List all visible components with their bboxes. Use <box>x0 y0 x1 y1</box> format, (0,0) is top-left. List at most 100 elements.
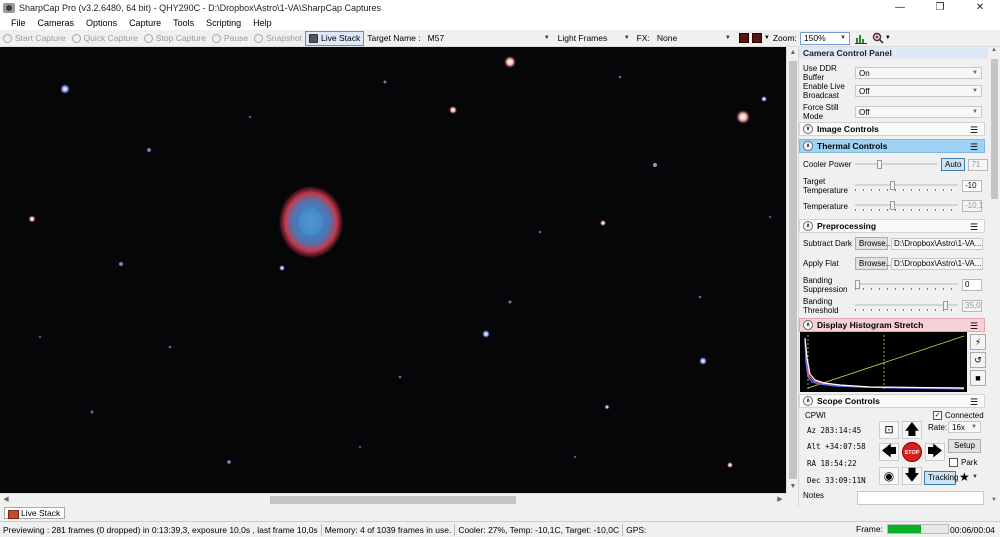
subtract-dark-row: Subtract Dark Browse... D:\Dropbox\Astro… <box>799 237 988 250</box>
scroll-thumb[interactable] <box>789 61 797 479</box>
image-viewer[interactable] <box>0 47 786 493</box>
use-ddr-row: Use DDR Buffer On ▼ <box>799 64 988 82</box>
scope-controls-header[interactable]: ∧ Scope Controls ☰ <box>799 394 985 408</box>
tracking-button[interactable]: Tracking <box>924 471 958 485</box>
slider-knob[interactable] <box>877 159 882 169</box>
banding-suppression-slider[interactable] <box>855 279 958 291</box>
scroll-thumb[interactable] <box>270 496 516 504</box>
use-ddr-label: Use DDR Buffer <box>803 64 837 82</box>
color-swatch-1[interactable] <box>738 33 749 43</box>
use-ddr-select[interactable]: On ▼ <box>855 67 982 79</box>
park-checkbox[interactable]: Park <box>949 458 977 467</box>
chevron-down-icon: ▼ <box>972 109 978 115</box>
live-broadcast-select[interactable]: Off ▼ <box>855 85 982 97</box>
banding-threshold-slider[interactable] <box>855 300 958 312</box>
apply-flat-browse-button[interactable]: Browse... <box>855 257 892 270</box>
menu-tools[interactable]: Tools <box>167 18 200 28</box>
panel-scrollbar[interactable]: ▲ ▼ <box>988 47 1000 507</box>
target-temperature-value[interactable]: -10 <box>962 180 982 192</box>
stop-button[interactable]: STOP <box>902 442 922 462</box>
stop-capture-button[interactable]: Stop Capture <box>141 31 209 46</box>
zoom-label: Zoom: <box>772 33 797 43</box>
force-still-select[interactable]: Off ▼ <box>855 106 982 118</box>
pause-button[interactable]: Pause <box>209 31 251 46</box>
crosshair-icon[interactable]: ◉ <box>879 467 899 485</box>
scroll-left-arrow[interactable]: ◀ <box>0 494 12 506</box>
menu-icon[interactable]: ☰ <box>970 397 978 408</box>
notes-input[interactable] <box>857 491 984 505</box>
menu-help[interactable]: Help <box>247 18 278 28</box>
cooler-auto-button[interactable]: Auto <box>941 158 966 171</box>
menu-cameras[interactable]: Cameras <box>32 18 81 28</box>
cooler-power-slider[interactable] <box>855 159 937 171</box>
chevron-down-icon[interactable]: ▼ <box>885 35 891 41</box>
snapshot-button[interactable]: Snapshot <box>251 31 305 46</box>
dark-path-select[interactable]: D:\Dropbox\Astro\1-VA...▼ <box>891 237 983 250</box>
move-west-button[interactable]: 🡄 <box>879 443 899 461</box>
scroll-thumb[interactable] <box>991 59 998 199</box>
frame-type-combo[interactable]: Light Frames ▼ <box>553 31 634 45</box>
menu-icon[interactable]: ☰ <box>970 142 978 153</box>
setup-button[interactable]: Setup <box>948 439 981 453</box>
banding-threshold-value[interactable]: 35,0 <box>962 300 982 312</box>
target-temperature-slider[interactable] <box>855 180 958 192</box>
save-icon[interactable]: ■ <box>970 370 986 386</box>
cooler-power-label: Cooler Power <box>803 160 852 169</box>
banding-suppression-label: Banding Suppression <box>803 276 848 294</box>
lightning-icon[interactable]: ⚡ <box>970 334 986 350</box>
rate-select[interactable]: 16x ▼ <box>948 421 981 433</box>
chevron-up-icon: ∧ <box>803 221 813 231</box>
quick-capture-button[interactable]: Quick Capture <box>69 31 141 46</box>
scroll-up-arrow[interactable]: ▲ <box>988 47 1000 57</box>
zoom-combo[interactable]: 150% ▼ <box>799 31 850 45</box>
histogram-stretch-header[interactable]: ∧ Display Histogram Stretch ☰ <box>799 318 985 332</box>
menu-options[interactable]: Options <box>80 18 123 28</box>
chevron-down-icon[interactable]: ▼ <box>972 474 978 480</box>
move-north-button[interactable]: 🡅 <box>902 421 922 439</box>
maximize-button[interactable]: ❐ <box>920 0 960 16</box>
slider-knob[interactable] <box>943 301 948 310</box>
color-swatch-2[interactable] <box>751 33 762 43</box>
start-capture-button[interactable]: Start Capture <box>0 31 69 46</box>
chevron-up-icon: ∧ <box>803 141 813 151</box>
menu-capture[interactable]: Capture <box>123 18 167 28</box>
histogram-icon[interactable] <box>854 32 867 44</box>
tab-live-stack[interactable]: Live Stack <box>4 507 66 519</box>
menu-icon[interactable]: ☰ <box>970 222 978 233</box>
move-south-button[interactable]: 🡇 <box>902 467 922 485</box>
spiral-search-icon[interactable]: ⊡ <box>879 421 899 439</box>
zoom-tool-icon[interactable] <box>872 32 884 44</box>
thermal-controls-header[interactable]: ∧ Thermal Controls ☰ <box>799 139 985 153</box>
camera-control-panel: Camera Control Panel Use DDR Buffer On ▼ … <box>798 47 988 507</box>
scroll-down-arrow[interactable]: ▼ <box>988 497 1000 507</box>
preprocessing-header[interactable]: ∧ Preprocessing ☰ <box>799 219 985 233</box>
checkbox-unchecked-icon <box>949 458 958 467</box>
move-east-button[interactable]: 🡆 <box>925 443 945 461</box>
slider-knob[interactable] <box>855 280 860 289</box>
connected-checkbox[interactable]: ✓ Connected <box>933 411 984 420</box>
image-vertical-scrollbar[interactable]: ▲ ▼ <box>786 47 798 493</box>
live-stack-button[interactable]: Live Stack <box>305 30 365 46</box>
flat-path-select[interactable]: D:\Dropbox\Astro\1-VA...▼ <box>891 257 983 270</box>
temperature-slider <box>855 200 958 212</box>
target-name-combo[interactable]: M57 ▼ <box>423 31 554 45</box>
chevron-down-icon: ▼ <box>972 88 978 94</box>
star-icon[interactable]: ★ <box>959 470 970 484</box>
banding-suppression-value[interactable]: 0 <box>962 279 982 291</box>
slider-knob[interactable] <box>890 181 895 190</box>
menu-icon[interactable]: ☰ <box>970 321 978 332</box>
fx-combo[interactable]: None ▼ <box>652 31 735 45</box>
subtract-dark-browse-button[interactable]: Browse... <box>855 237 892 250</box>
menu-scripting[interactable]: Scripting <box>200 18 247 28</box>
scroll-right-arrow[interactable]: ▶ <box>774 494 786 506</box>
image-horizontal-scrollbar[interactable]: ◀ ▶ <box>0 493 786 505</box>
reset-icon[interactable]: ↺ <box>970 352 986 368</box>
menu-file[interactable]: File <box>5 18 32 28</box>
histogram-display[interactable] <box>800 332 967 392</box>
minimize-button[interactable]: — <box>880 0 920 16</box>
chevron-up-icon: ∧ <box>803 320 813 330</box>
image-controls-header[interactable]: ∨ Image Controls ☰ <box>799 122 985 136</box>
cooler-power-value[interactable]: 71 <box>968 158 988 171</box>
close-button[interactable]: ✕ <box>960 0 1000 16</box>
menu-icon[interactable]: ☰ <box>970 125 978 136</box>
